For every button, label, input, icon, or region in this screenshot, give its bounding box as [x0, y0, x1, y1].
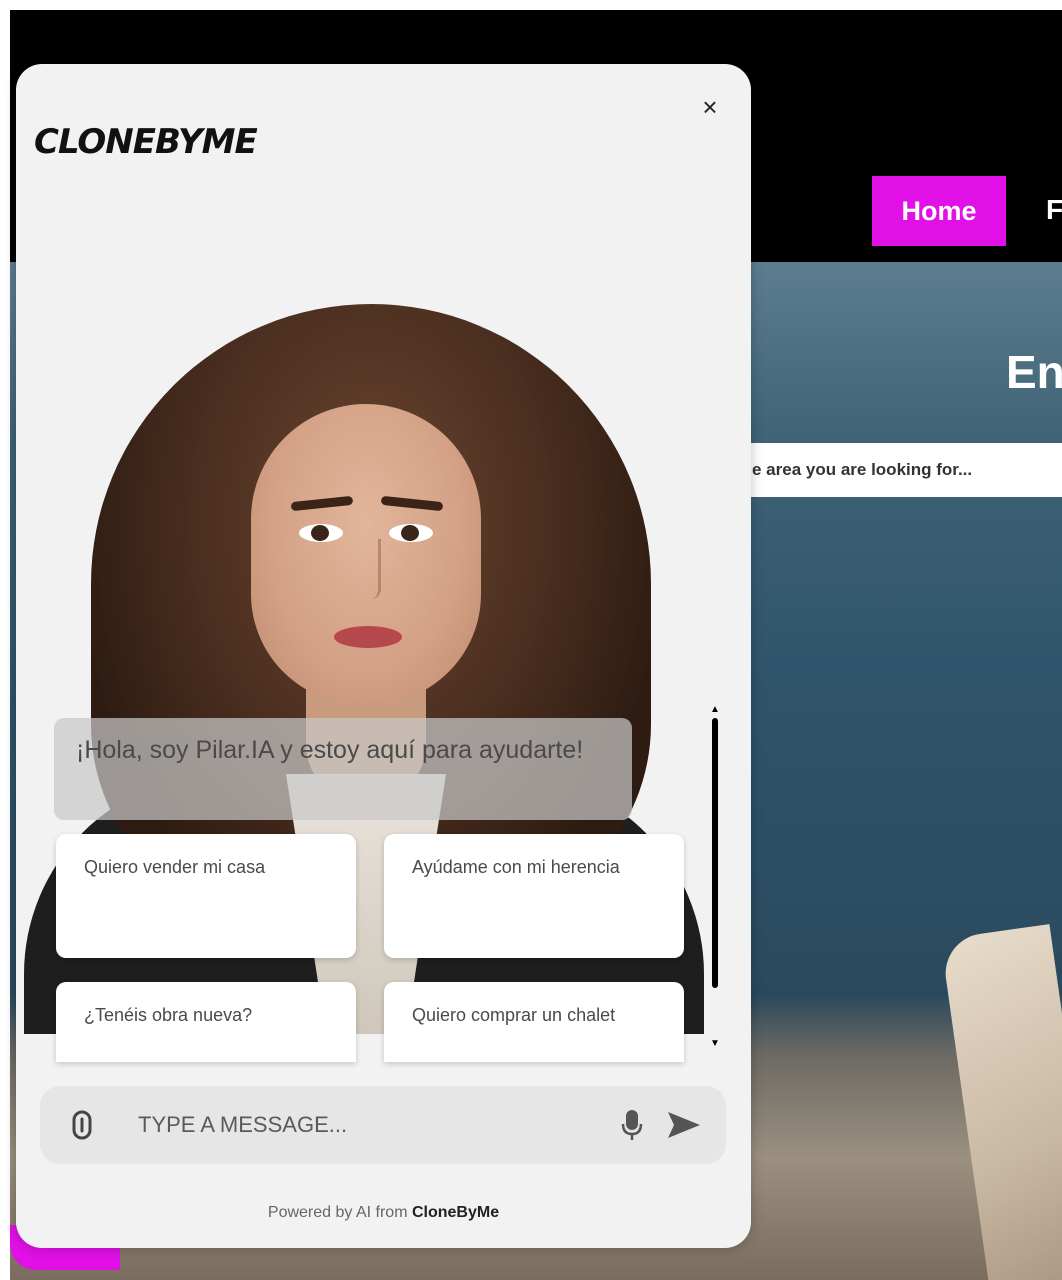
message-input-bar [40, 1086, 726, 1164]
scroll-down-arrow[interactable]: ▼ [710, 1038, 720, 1049]
powered-by-footer: Powered by AI from CloneByMe [16, 1204, 751, 1222]
avatar-lips [334, 626, 402, 648]
powered-by-link[interactable]: CloneByMe [412, 1204, 499, 1221]
suggestions-scrollbar[interactable]: ▲ ▼ [710, 704, 720, 1049]
avatar-brow-right [380, 495, 444, 512]
suggestion-card[interactable]: Quiero vender mi casa [56, 834, 356, 958]
avatar-eye-left [299, 524, 343, 542]
avatar-nose [354, 539, 381, 599]
suggestion-card[interactable]: ¿Tenéis obra nueva? [56, 982, 356, 1062]
scroll-thumb[interactable] [712, 718, 718, 988]
microphone-icon [621, 1110, 643, 1140]
send-button[interactable] [664, 1105, 704, 1145]
powered-by-prefix: Powered by AI from [267, 1204, 412, 1221]
hero-search-input[interactable] [750, 459, 1062, 481]
close-button[interactable]: × [695, 92, 725, 122]
chat-widget: × CLONEBYME ¡Hola, soy Pilar.IA y estoy … [16, 64, 751, 1248]
suggestion-card[interactable]: Quiero comprar un chalet [384, 982, 684, 1062]
microphone-button[interactable] [612, 1105, 652, 1145]
clonebyme-logo: CLONEBYME [34, 122, 258, 162]
attachment-button[interactable] [62, 1105, 102, 1145]
greeting-bubble: ¡Hola, soy Pilar.IA y estoy aquí para ay… [54, 718, 632, 820]
close-icon: × [702, 91, 718, 122]
avatar-eye-right [389, 524, 433, 542]
avatar-face [251, 404, 481, 704]
message-input[interactable] [136, 1111, 612, 1139]
nav-home-button[interactable]: Home [872, 176, 1006, 246]
nav-next-item[interactable]: F [1046, 194, 1062, 226]
send-icon [668, 1112, 700, 1138]
hero-search-field[interactable] [750, 443, 1062, 497]
avatar-brow-left [290, 495, 354, 512]
scroll-up-arrow[interactable]: ▲ [710, 704, 720, 715]
hero-title: En [1006, 346, 1062, 398]
attachment-icon [72, 1110, 92, 1140]
suggestion-card[interactable]: Ayúdame con mi herencia [384, 834, 684, 958]
